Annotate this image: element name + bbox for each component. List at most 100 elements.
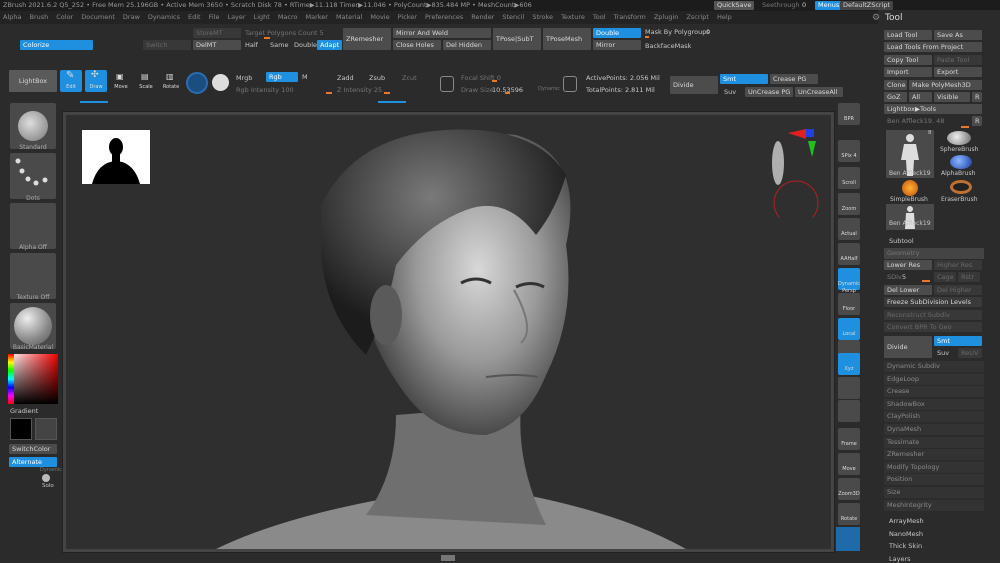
m-button[interactable]: M xyxy=(302,73,308,81)
seethrough-label[interactable]: Seethrough xyxy=(762,1,800,9)
sdiv-slider[interactable]: SDiv xyxy=(887,273,902,281)
s-icon[interactable] xyxy=(440,76,454,92)
d-icon[interactable] xyxy=(563,76,577,92)
backfacemask-button[interactable]: BackfaceMask xyxy=(645,42,691,50)
primary-color-swatch[interactable] xyxy=(10,418,32,440)
geometry-subsection-0[interactable]: Dynamic Subdiv xyxy=(884,361,984,372)
menu-item-draw[interactable]: Draw xyxy=(123,11,140,24)
rstr-button[interactable]: Rstr xyxy=(958,272,980,282)
geometry-subsection-10[interactable]: Size xyxy=(884,487,984,498)
geometry-subsection-2[interactable]: Crease xyxy=(884,386,984,398)
make-polymesh-button[interactable]: Make PolyMesh3D xyxy=(909,80,982,90)
ghost-button[interactable] xyxy=(836,527,860,551)
double-mirror-button[interactable]: Double xyxy=(593,28,641,38)
z-intensity-slider[interactable]: Z Intensity 25 xyxy=(337,86,382,94)
tool-section-0[interactable]: ArrayMesh xyxy=(889,517,924,525)
canvas[interactable] xyxy=(66,115,831,549)
menu-item-picker[interactable]: Picker xyxy=(398,11,417,24)
secondary-color-swatch[interactable] xyxy=(35,418,57,440)
lightbox-tools-button[interactable]: Lightbox▶Tools xyxy=(884,104,982,114)
geometry-subsection-8[interactable]: Modify Topology xyxy=(884,461,984,473)
suv-button[interactable]: Suv xyxy=(724,88,736,96)
eraser-brush-icon[interactable] xyxy=(950,180,972,194)
zadd-button[interactable]: Zadd xyxy=(337,74,354,82)
delmt-button[interactable]: DelMT xyxy=(193,40,241,50)
tool-section-1[interactable]: NanoMesh xyxy=(889,530,923,538)
menu-item-render[interactable]: Render xyxy=(471,11,494,24)
menu-item-light[interactable]: Light xyxy=(254,11,270,24)
target-polycount-slider[interactable]: Target Polygons Count 5 xyxy=(245,29,324,37)
mrgb-button[interactable]: Mrgb xyxy=(236,74,252,82)
zsub-button[interactable]: Zsub xyxy=(369,74,385,82)
shelf-button-4[interactable]: Actual xyxy=(838,218,860,240)
half-button[interactable]: Half xyxy=(245,41,258,49)
tpose-subt-button[interactable]: TPose|SubT xyxy=(493,28,541,50)
menu-item-tool[interactable]: Tool xyxy=(593,11,606,24)
hue-strip[interactable] xyxy=(8,354,14,404)
visible-button[interactable]: Visible xyxy=(934,92,970,102)
menus-button[interactable]: Menus xyxy=(815,1,843,10)
stroke-slot[interactable] xyxy=(10,153,56,199)
del-higher-button[interactable]: Del Higher xyxy=(934,285,982,295)
shelf-button-12[interactable] xyxy=(838,400,860,422)
clone-button[interactable]: Clone xyxy=(884,80,907,90)
switch-button[interactable]: Switch xyxy=(143,40,191,50)
geometry-subsection-9[interactable]: Position xyxy=(884,474,984,486)
shelf-button-10[interactable]: Xyz xyxy=(838,353,860,375)
divide-panel-button[interactable]: Divide xyxy=(884,336,932,358)
mirror-weld-button[interactable]: Mirror And Weld xyxy=(393,28,491,38)
geometry-subsection-11[interactable]: MeshIntegrity xyxy=(884,499,984,511)
menu-item-marker[interactable]: Marker xyxy=(305,11,327,24)
menu-item-texture[interactable]: Texture xyxy=(561,11,585,24)
shelf-button-7[interactable]: Floor xyxy=(838,293,860,315)
menu-item-stroke[interactable]: Stroke xyxy=(532,11,553,24)
same-button[interactable]: Same xyxy=(270,41,288,49)
menu-item-zscript[interactable]: Zscript xyxy=(686,11,709,24)
zcut-button[interactable]: Zcut xyxy=(402,74,417,82)
divide-button[interactable]: Divide xyxy=(670,76,718,94)
menu-item-zplugin[interactable]: Zplugin xyxy=(654,11,679,24)
load-from-project-button[interactable]: Load Tools From Project xyxy=(884,42,982,52)
del-hidden-button[interactable]: Del Hidden xyxy=(443,40,491,50)
menu-item-help[interactable]: Help xyxy=(717,11,732,24)
edit-button[interactable]: ✎ Edit xyxy=(60,70,82,92)
storemt-button[interactable]: StoreMT xyxy=(193,28,241,38)
current-tool-slider[interactable]: Ben Affleck19. 48 xyxy=(887,117,944,125)
higher-res-button[interactable]: Higher Res xyxy=(934,260,982,270)
shelf-button-6[interactable]: Dynamic Persp xyxy=(838,268,860,294)
lightbox-button[interactable]: LightBox xyxy=(9,70,57,92)
navigator-thumbnail[interactable] xyxy=(82,130,150,184)
default-zscript-button[interactable]: DefaultZScript xyxy=(840,1,894,10)
convert-bpr-button[interactable]: Convert BPR To Geo xyxy=(884,322,982,332)
bottom-tray-toggle[interactable] xyxy=(441,555,455,561)
save-as-button[interactable]: Save As xyxy=(934,30,982,40)
zremesher-button[interactable]: ZRemesher xyxy=(343,28,391,50)
copy-tool-button[interactable]: Copy Tool xyxy=(884,55,932,65)
export-button[interactable]: Export xyxy=(934,67,982,77)
menu-item-file[interactable]: File xyxy=(209,11,220,24)
brush-slot[interactable] xyxy=(10,103,56,149)
shelf-button-3[interactable]: Zoom xyxy=(838,193,860,215)
scale-button[interactable]: ▤ Scale xyxy=(135,70,157,92)
alpha-brush-icon[interactable] xyxy=(950,155,972,169)
shelf-button-11[interactable] xyxy=(838,377,860,399)
paste-tool-button[interactable]: Paste Tool xyxy=(934,55,982,65)
shelf-button-16[interactable]: Rotate xyxy=(838,503,860,525)
move-button[interactable]: ▣ Move xyxy=(110,70,132,92)
geometry-subsection-6[interactable]: Tessimate xyxy=(884,436,984,448)
cage-button[interactable]: Cage xyxy=(934,272,956,282)
tool-section-2[interactable]: Thick Skin xyxy=(889,542,922,550)
menu-item-brush[interactable]: Brush xyxy=(29,11,48,24)
geometry-section[interactable]: Geometry xyxy=(884,248,984,259)
mask-by-polygroups-slider[interactable]: Mask By Polygroups xyxy=(645,28,710,36)
rgb-button[interactable]: Rgb xyxy=(266,72,298,82)
tool-section-3[interactable]: Layers xyxy=(889,555,911,563)
close-holes-button[interactable]: Close Holes xyxy=(393,40,441,50)
del-lower-button[interactable]: Del Lower xyxy=(884,285,932,295)
double-button[interactable]: Double xyxy=(294,41,317,49)
import-button[interactable]: Import xyxy=(884,67,932,77)
menu-item-stencil[interactable]: Stencil xyxy=(502,11,524,24)
shelf-button-8[interactable]: Local xyxy=(838,318,860,340)
orientation-gizmo[interactable] xyxy=(766,127,826,217)
geometry-subsection-4[interactable]: ClayPolish xyxy=(884,411,984,423)
